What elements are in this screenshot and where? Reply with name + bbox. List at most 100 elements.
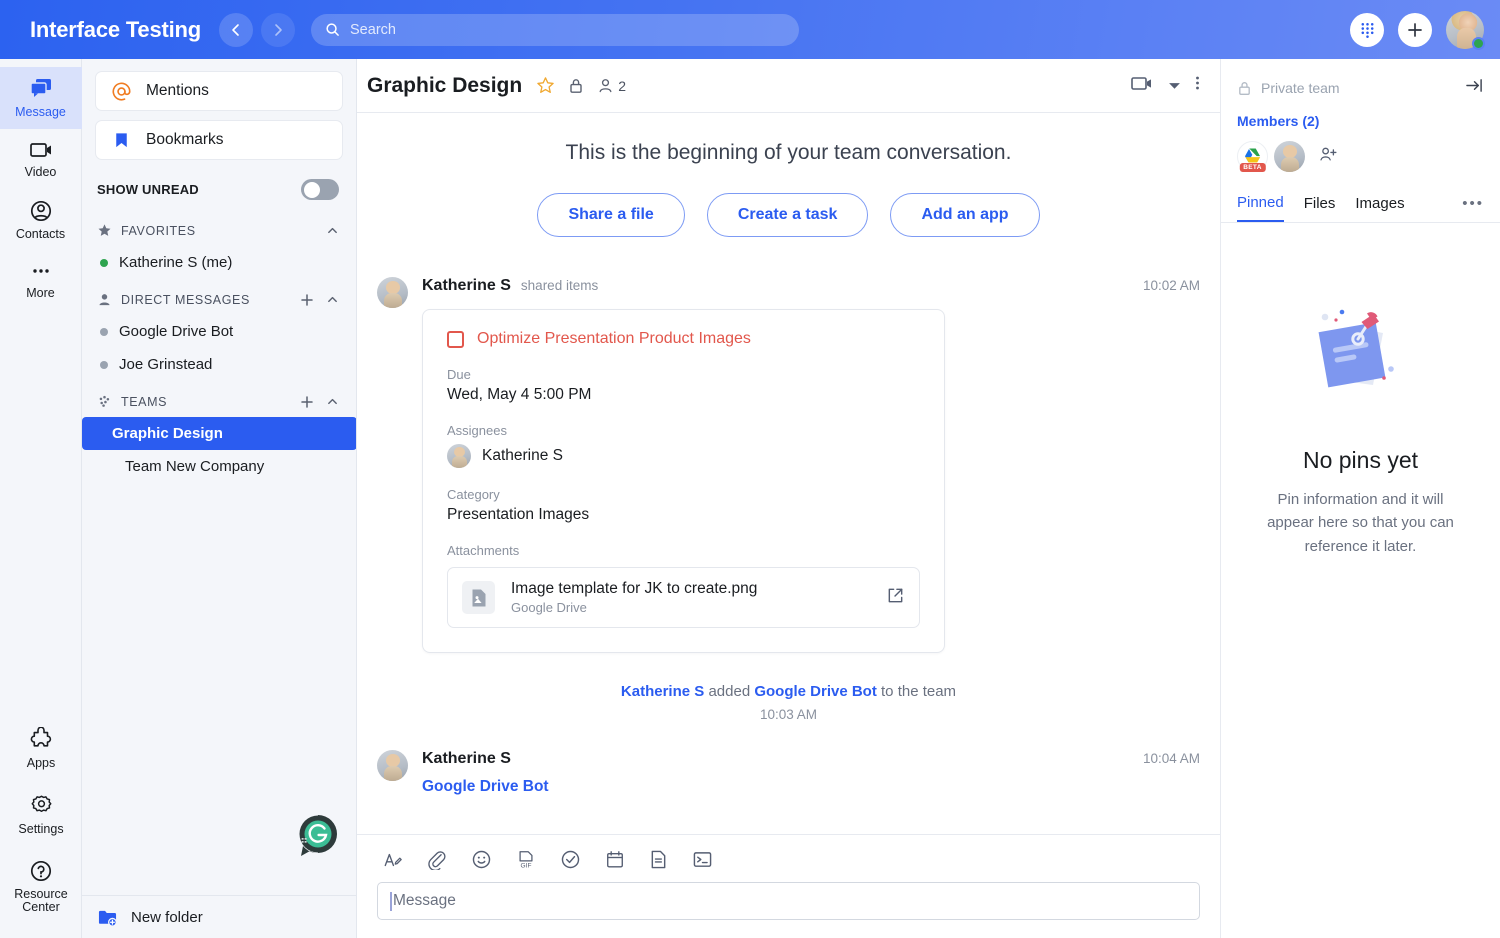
direct-messages-actions[interactable] bbox=[300, 293, 339, 307]
search-input[interactable]: Search bbox=[311, 13, 800, 46]
toggle-knob bbox=[304, 181, 320, 198]
puzzle-icon bbox=[30, 727, 52, 747]
presence-dot bbox=[100, 258, 108, 267]
add-member-button[interactable] bbox=[1318, 145, 1337, 169]
members-count-link[interactable]: Members (2) bbox=[1221, 99, 1500, 129]
show-unread-label: SHOW UNREAD bbox=[97, 182, 199, 197]
teams-label: TEAMS bbox=[121, 394, 168, 409]
grammarly-button[interactable] bbox=[297, 813, 339, 858]
plus-icon[interactable] bbox=[300, 395, 314, 409]
sidebar-item-joe-grinstead[interactable]: Joe Grinstead bbox=[95, 348, 343, 381]
chevron-up-icon[interactable] bbox=[326, 293, 339, 306]
forward-button[interactable] bbox=[261, 12, 296, 47]
avatar[interactable] bbox=[377, 750, 408, 781]
tab-pinned[interactable]: Pinned bbox=[1237, 194, 1284, 222]
direct-messages-label: DIRECT MESSAGES bbox=[121, 292, 250, 307]
task-checkbox[interactable] bbox=[447, 330, 464, 348]
mentions-button[interactable]: Mentions bbox=[95, 71, 343, 111]
task-card[interactable]: Optimize Presentation Product Images Due… bbox=[422, 309, 945, 653]
system-target-link[interactable]: Google Drive Bot bbox=[754, 683, 877, 700]
create-note-button[interactable] bbox=[649, 849, 668, 870]
katherine-avatar[interactable] bbox=[1274, 141, 1305, 172]
sidebar-item-graphic-design[interactable]: Graphic Design bbox=[82, 417, 356, 450]
message-input[interactable]: Message bbox=[377, 882, 1200, 920]
collapse-panel-button[interactable] bbox=[1465, 77, 1484, 99]
plus-icon[interactable] bbox=[300, 293, 314, 307]
system-message-timestamp: 10:03 AM bbox=[759, 707, 818, 722]
favorites-group-header[interactable]: FAVORITES bbox=[95, 210, 343, 246]
gif-button[interactable]: GIF bbox=[516, 849, 536, 870]
message-author: Katherine S bbox=[422, 750, 511, 767]
rail-item-settings[interactable]: Settings bbox=[0, 782, 82, 848]
teams-actions[interactable] bbox=[300, 395, 339, 409]
teams-icon bbox=[99, 395, 110, 407]
favorites-collapse[interactable] bbox=[326, 224, 339, 237]
system-actor-link[interactable]: Katherine S bbox=[621, 683, 704, 700]
message-item: Katherine S shared items 10:02 AM Optimi… bbox=[357, 277, 1220, 653]
code-snippet-button[interactable] bbox=[692, 850, 713, 869]
rail-item-apps[interactable]: Apps bbox=[0, 716, 82, 782]
message-mention-link[interactable]: Google Drive Bot bbox=[422, 778, 549, 796]
contacts-icon bbox=[30, 200, 51, 221]
avatar[interactable] bbox=[1446, 10, 1485, 50]
google-drive-avatar[interactable]: BETA bbox=[1237, 141, 1268, 172]
conversation-more-button[interactable] bbox=[1195, 73, 1200, 98]
image-file-icon bbox=[472, 589, 485, 606]
attach-file-button[interactable] bbox=[427, 850, 447, 870]
show-unread-toggle[interactable] bbox=[301, 179, 339, 200]
rail-item-video[interactable]: Video bbox=[0, 129, 82, 189]
code-snippet-icon bbox=[693, 852, 712, 867]
dialpad-button[interactable] bbox=[1350, 12, 1384, 47]
task-assignee-name: Katherine S bbox=[482, 447, 563, 464]
member-count-button[interactable]: 2 bbox=[597, 77, 626, 94]
attachment-text: Image template for JK to create.png Goog… bbox=[511, 580, 757, 615]
intro-actions: Share a file Create a task Add an app bbox=[357, 193, 1220, 237]
message-item: Katherine S 10:04 AM Google Drive Bot bbox=[357, 750, 1220, 796]
bookmarks-button[interactable]: Bookmarks bbox=[95, 120, 343, 160]
open-attachment-button[interactable] bbox=[886, 586, 905, 610]
sidebar-item-team-new-company[interactable]: Team New Company bbox=[95, 450, 343, 483]
rail-item-message[interactable]: Message bbox=[0, 67, 82, 129]
rail-item-video-label: Video bbox=[24, 164, 57, 179]
emoji-button[interactable] bbox=[471, 849, 492, 870]
task-attachment[interactable]: Image template for JK to create.png Goog… bbox=[447, 567, 920, 628]
teams-group-header[interactable]: TEAMS bbox=[95, 381, 343, 417]
favorite-star-button[interactable] bbox=[536, 76, 555, 95]
task-assignees-label: Assignees bbox=[447, 423, 507, 438]
document-icon bbox=[651, 850, 666, 869]
tab-images[interactable]: Images bbox=[1355, 195, 1404, 221]
details-panel-header: Private team bbox=[1221, 59, 1500, 99]
rail-item-resource-center[interactable]: Resource Center bbox=[0, 848, 82, 927]
back-button[interactable] bbox=[219, 12, 254, 47]
format-text-button[interactable] bbox=[383, 850, 403, 870]
text-caret bbox=[390, 891, 392, 911]
tab-files[interactable]: Files bbox=[1304, 195, 1336, 221]
create-task-button[interactable] bbox=[560, 849, 581, 870]
sidebar-item-label: Graphic Design bbox=[112, 425, 223, 442]
share-a-file-button[interactable]: Share a file bbox=[537, 193, 685, 237]
start-video-button[interactable] bbox=[1130, 74, 1154, 98]
question-circle-icon bbox=[30, 860, 52, 881]
add-an-app-button[interactable]: Add an app bbox=[890, 193, 1040, 237]
rail-item-more[interactable]: More bbox=[0, 250, 82, 310]
search-icon bbox=[326, 23, 339, 36]
direct-messages-group-header[interactable]: DIRECT MESSAGES bbox=[95, 279, 343, 315]
app-window: Interface Testing Search Message Video C… bbox=[0, 0, 1500, 938]
channel-sidebar-scroll: Mentions Bookmarks SHOW UNREAD FAVORITES… bbox=[82, 59, 356, 895]
avatar[interactable] bbox=[377, 277, 408, 308]
chevron-right-icon bbox=[275, 23, 282, 36]
sidebar-item-google-drive-bot[interactable]: Google Drive Bot bbox=[95, 315, 343, 348]
chevron-down-icon bbox=[1169, 82, 1180, 89]
video-options-button[interactable] bbox=[1168, 77, 1181, 95]
sidebar-item-katherine-s[interactable]: Katherine S (me) bbox=[95, 246, 343, 279]
conversation-panel: Graphic Design 2 This is the beginning o… bbox=[299, 59, 1220, 938]
create-a-task-button[interactable]: Create a task bbox=[706, 193, 869, 237]
chevron-up-icon[interactable] bbox=[326, 395, 339, 408]
schedule-event-button[interactable] bbox=[605, 849, 625, 870]
rail-item-contacts[interactable]: Contacts bbox=[0, 189, 82, 251]
tabs-more-button[interactable]: ••• bbox=[1462, 195, 1484, 221]
task-title[interactable]: Optimize Presentation Product Images bbox=[477, 330, 751, 348]
add-button[interactable] bbox=[1398, 12, 1432, 47]
task-attachments-label: Attachments bbox=[447, 543, 520, 558]
new-folder-button[interactable]: New folder bbox=[82, 895, 356, 938]
